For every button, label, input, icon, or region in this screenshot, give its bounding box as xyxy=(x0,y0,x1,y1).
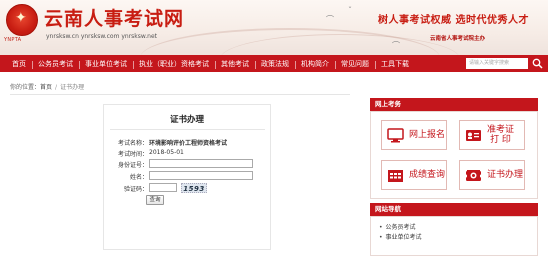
nav-item-other-exams[interactable]: 其他考试 xyxy=(215,59,255,69)
captcha-row: 验证码： 1593 xyxy=(104,183,272,194)
main-nav: 首页 公务员考试 事业单位考试 执业（职业）资格考试 其他考试 政策法规 机构简… xyxy=(0,55,548,72)
captcha-label: 验证码： xyxy=(123,186,148,193)
exam-time-value: 2018-05-01 xyxy=(149,149,184,156)
site-nav-box: 网站导航 公务员考试 事业单位考试 xyxy=(370,203,538,256)
bird-icon: ⌒ xyxy=(326,15,334,24)
nav-item-about[interactable]: 机构简介 xyxy=(295,59,335,69)
id-number-row: 身份证号： xyxy=(104,159,272,170)
nav-item-qualification[interactable]: 执业（职业）资格考试 xyxy=(133,59,215,69)
breadcrumb-current: 证书办理 xyxy=(60,84,85,91)
nav-item-public-institution[interactable]: 事业单位考试 xyxy=(79,59,133,69)
site-domains: ynrsksw.cn ynrsksw.com ynrsksw.net xyxy=(46,33,158,40)
nav-item-faq[interactable]: 常见问题 xyxy=(335,59,375,69)
tile-label: 证书办理 xyxy=(487,169,524,180)
divider xyxy=(110,129,265,130)
tile-admission-ticket[interactable]: 准考证打 印 xyxy=(459,120,525,150)
online-exam-title: 网上考务 xyxy=(370,98,538,111)
divider xyxy=(10,94,350,95)
certificate-panel: 证书办理 考试名称： 环境影响评价工程师资格考试 考试时间： 2018-05-0… xyxy=(103,104,271,250)
exam-name-value: 环境影响评价工程师资格考试 xyxy=(149,140,228,147)
star-icon: ✦ xyxy=(15,10,27,26)
nav-item-policy[interactable]: 政策法规 xyxy=(255,59,295,69)
name-label: 姓名： xyxy=(129,174,148,181)
header-slogan-sub: 云南省人事考试院主办 xyxy=(430,36,486,42)
tile-online-registration[interactable]: 网上报名 xyxy=(381,120,447,150)
site-nav-link[interactable]: 事业单位考试 xyxy=(379,233,537,243)
breadcrumb-prefix: 你的位置： xyxy=(10,84,41,91)
site-nav-body: 公务员考试 事业单位考试 xyxy=(370,216,538,256)
captcha-image[interactable]: 1593 xyxy=(181,183,207,193)
id-number-input[interactable] xyxy=(149,159,253,168)
logo-abbr: YNPTA xyxy=(4,37,22,43)
search-input[interactable]: 请输入关键字搜索 xyxy=(466,58,528,69)
site-header: ✦ YNPTA 云南人事考试网 ynrsksw.cn ynrsksw.com y… xyxy=(0,0,548,55)
nav-item-downloads[interactable]: 工具下载 xyxy=(375,59,415,69)
online-exam-body: 网上报名 准考证打 印 成绩查询 证书办理 xyxy=(370,111,538,199)
nav-item-home[interactable]: 首页 xyxy=(6,59,32,69)
tile-certificate[interactable]: 证书办理 xyxy=(459,160,525,190)
online-exam-box: 网上考务 网上报名 准考证打 印 成绩查询 证书办理 xyxy=(370,98,538,199)
tile-score-query[interactable]: 成绩查询 xyxy=(381,160,447,190)
id-number-label: 身份证号： xyxy=(117,162,148,169)
breadcrumb: 你的位置：首页 / 证书办理 xyxy=(10,82,84,91)
exam-name-row: 考试名称： 环境影响评价工程师资格考试 xyxy=(104,138,272,148)
exam-time-label: 考试时间： xyxy=(117,151,148,158)
tile-label: 网上报名 xyxy=(409,129,446,140)
tile-label-line2: 打 印 xyxy=(490,135,511,145)
site-name[interactable]: 云南人事考试网 xyxy=(44,4,184,31)
site-logo[interactable]: ✦ xyxy=(6,4,38,36)
name-input[interactable] xyxy=(149,171,253,180)
query-button[interactable]: 查询 xyxy=(146,195,164,205)
site-nav-title: 网站导航 xyxy=(370,203,538,216)
id-card-icon xyxy=(466,129,481,141)
captcha-input[interactable] xyxy=(149,183,177,192)
tile-label: 准考证打 印 xyxy=(487,125,514,145)
monitor-icon xyxy=(387,127,404,142)
header-slogan: 树人事考试权威 选时代优秀人才 xyxy=(378,15,529,26)
tile-label: 成绩查询 xyxy=(409,169,446,180)
name-row: 姓名： xyxy=(104,171,272,182)
magnifier-icon xyxy=(532,58,543,69)
nav-item-civil-servant[interactable]: 公务员考试 xyxy=(32,59,79,69)
exam-time-row: 考试时间： 2018-05-01 xyxy=(104,149,272,159)
bird-icon: ⌒ xyxy=(392,41,400,50)
calendar-icon xyxy=(388,169,403,182)
exam-name-label: 考试名称： xyxy=(117,140,148,147)
certificate-icon xyxy=(466,169,481,181)
tile-label-line1: 准考证 xyxy=(487,125,515,135)
breadcrumb-separator: / xyxy=(55,84,58,91)
panel-title: 证书办理 xyxy=(169,115,204,125)
breadcrumb-home[interactable]: 首页 xyxy=(40,84,52,91)
bird-icon: ˇ xyxy=(348,6,352,15)
search-button[interactable] xyxy=(530,57,544,70)
site-nav-link[interactable]: 公务员考试 xyxy=(379,223,537,233)
